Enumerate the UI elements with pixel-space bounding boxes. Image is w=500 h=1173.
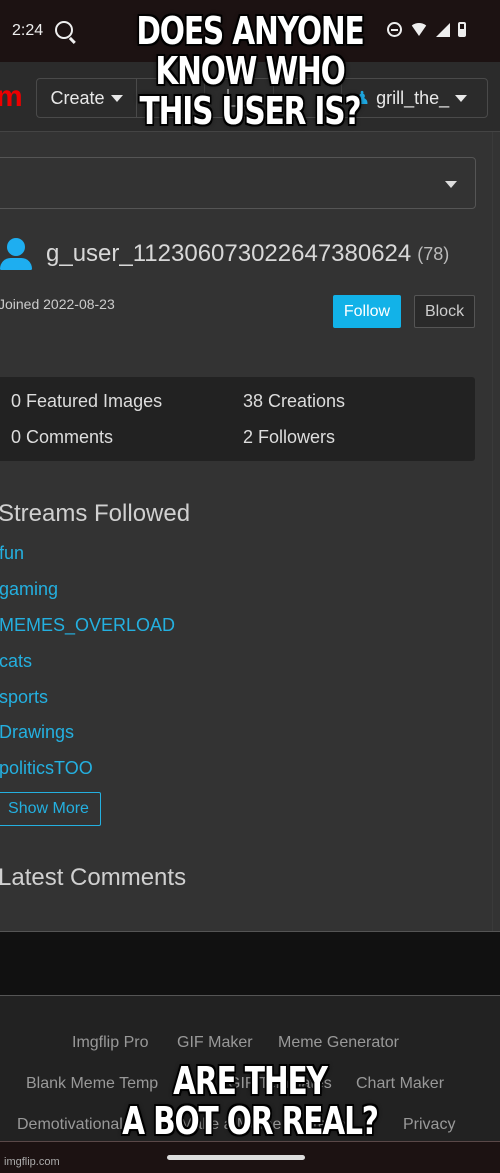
follow-button[interactable]: Follow xyxy=(333,295,401,328)
meme-bottom-caption: ARE THEY A BOT OR REAL? xyxy=(55,1061,445,1141)
meme-caption-line: THIS USER IS? xyxy=(139,89,362,133)
block-button[interactable]: Block xyxy=(414,295,475,328)
footer-link[interactable]: Imgflip Pro xyxy=(72,1034,148,1052)
chevron-down-icon xyxy=(455,94,468,102)
chevron-down-icon xyxy=(445,181,457,188)
stream-link[interactable]: Drawings xyxy=(0,722,74,743)
meme-caption-line: KNOW WHO xyxy=(155,49,345,93)
stat-creations[interactable]: 38 Creations xyxy=(243,391,345,412)
meme-caption-line: ARE THEY xyxy=(173,1059,328,1103)
user-avatar-icon xyxy=(0,237,34,271)
stat-comments[interactable]: 0 Comments xyxy=(11,427,113,448)
meme-caption-line: A BOT OR REAL? xyxy=(122,1099,379,1143)
stream-link[interactable]: MEMES_OVERLOAD xyxy=(0,615,175,636)
joined-date: Joined 2022-08-23 xyxy=(0,296,115,312)
profile-username: g_user_112306073022647380624 xyxy=(46,240,412,267)
profile-stats: 0 Featured Images 38 Creations 0 Comment… xyxy=(0,377,475,461)
page-scrollbar[interactable] xyxy=(492,132,500,931)
footer-link[interactable]: Meme Generator xyxy=(278,1034,399,1052)
stream-link[interactable]: cats xyxy=(0,651,32,672)
imgflip-watermark: imgflip.com xyxy=(4,1156,60,1168)
latest-comments-heading: Latest Comments xyxy=(0,864,187,891)
stream-link[interactable]: fun xyxy=(0,543,24,564)
show-more-streams-button[interactable]: Show More xyxy=(0,792,101,826)
profile-points: (78) xyxy=(417,243,450,264)
home-gesture-handle[interactable] xyxy=(167,1155,305,1160)
stream-link[interactable]: sports xyxy=(0,687,48,708)
stream-link[interactable]: gaming xyxy=(0,579,58,600)
profile-header: g_user_112306073022647380624 (78) xyxy=(0,237,449,271)
system-nav-bar: imgflip.com xyxy=(0,1141,500,1173)
meme-caption-line: DOES ANYONE xyxy=(136,9,364,53)
profile-section-select[interactable] xyxy=(0,157,476,209)
footer-divider-band xyxy=(0,931,500,996)
stat-featured-images[interactable]: 0 Featured Images xyxy=(11,391,162,412)
meme-top-caption: DOES ANYONE KNOW WHO THIS USER IS? xyxy=(55,11,445,131)
battery-icon xyxy=(458,22,466,37)
footer-link[interactable]: GIF Maker xyxy=(177,1034,253,1052)
stat-followers[interactable]: 2 Followers xyxy=(243,427,335,448)
stream-link[interactable]: politicsTOO xyxy=(0,758,93,779)
status-time: 2:24 xyxy=(12,22,44,39)
streams-followed-heading: Streams Followed xyxy=(0,500,191,527)
imgflip-logo[interactable]: m xyxy=(0,80,23,114)
